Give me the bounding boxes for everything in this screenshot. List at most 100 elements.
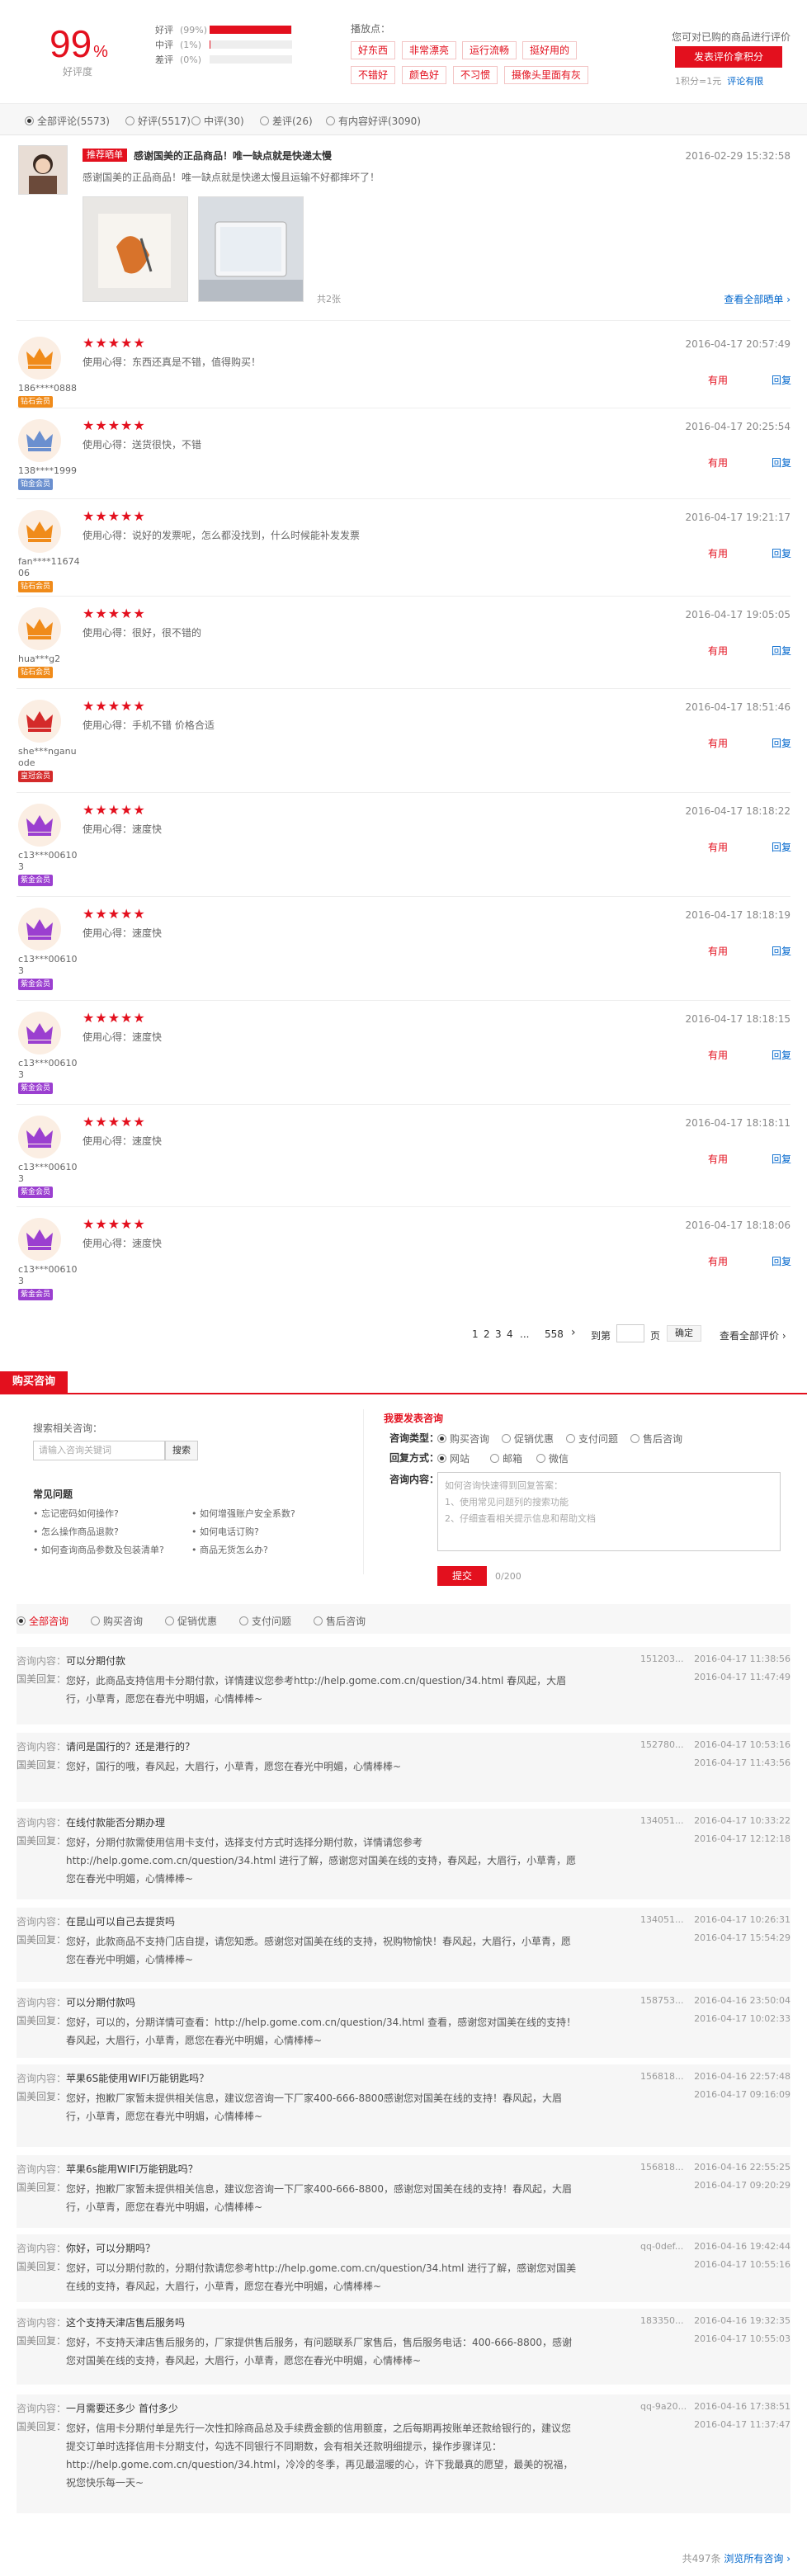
consult-user: qq-0def... <box>640 2241 684 2252</box>
rating-row-bad: 差评 (0%) <box>155 53 292 66</box>
reply-button[interactable]: 回复 <box>772 736 791 750</box>
reply-button[interactable]: 回复 <box>772 1254 791 1268</box>
tab-consult[interactable]: 购买咨询 <box>0 1371 68 1393</box>
helpful-button[interactable]: 有用 <box>708 373 728 387</box>
answer-date: 2016-04-17 09:20:29 <box>694 2180 790 2191</box>
question-label: 咨询内容： <box>17 1655 67 1667</box>
type-option[interactable]: 促销优惠 <box>502 1432 554 1446</box>
search-input[interactable]: 请输入咨询关键词 <box>33 1441 165 1460</box>
helpful-button[interactable]: 有用 <box>708 736 728 750</box>
helpful-button[interactable]: 有用 <box>708 546 728 560</box>
question-date: 2016-04-17 10:53:16 <box>694 1739 790 1750</box>
consult-filter[interactable]: 全部咨询 <box>17 1614 68 1628</box>
radio-icon <box>536 1454 545 1463</box>
type-option[interactable]: 支付问题 <box>566 1432 618 1446</box>
consult-question: 咨询内容：在昆山可以自己去提货吗 <box>17 1914 627 1928</box>
consult-filter[interactable]: 售后咨询 <box>314 1614 366 1628</box>
reply-option[interactable]: 网站 <box>437 1451 470 1465</box>
filter-content-good[interactable]: 有内容好评(3090) <box>326 114 421 128</box>
radio-icon <box>91 1616 100 1625</box>
consult-filter[interactable]: 购买咨询 <box>91 1614 143 1628</box>
review-photo[interactable] <box>83 196 188 302</box>
star-rating: ★★★★★ <box>83 418 146 433</box>
content-label: 咨询内容： <box>389 1474 440 1485</box>
confirm-page-button[interactable]: 确定 <box>667 1325 701 1342</box>
reply-button[interactable]: 回复 <box>772 840 791 854</box>
filter-good[interactable]: 好评(5517) <box>125 114 191 128</box>
page-link[interactable]: 1 <box>472 1328 479 1340</box>
question-label: 咨询内容： <box>17 1741 67 1753</box>
answer-label: 国美回复： <box>17 2335 67 2347</box>
answer-text: 您好，不支持天津店售后服务的，厂家提供售后服务，有问题联系厂家售后，售后服务电话… <box>66 2337 573 2366</box>
page-link[interactable]: 2 <box>484 1328 490 1340</box>
submit-consult-button[interactable]: 提交 <box>437 1566 487 1586</box>
option-text: 促销优惠 <box>514 1433 555 1445</box>
filter-bad[interactable]: 差评(26) <box>260 114 313 128</box>
view-all-photos-link[interactable]: 查看全部晒单 › <box>724 292 790 306</box>
answer-label: 国美回复： <box>17 1759 67 1771</box>
helpful-button[interactable]: 有用 <box>708 1254 728 1268</box>
faq-item[interactable]: • 如何增强账户安全系数? <box>191 1507 295 1520</box>
consult-item: 咨询内容：可以分期付款吗 国美回复： 您好，可以的，分期详情可查看：http://h… <box>17 1989 790 2058</box>
type-option[interactable]: 购买咨询 <box>437 1432 489 1446</box>
view-all-reviews-link[interactable]: 查看全部评价 › <box>720 1328 786 1342</box>
write-review-button[interactable]: 发表评价拿积分 <box>675 46 782 68</box>
reply-option[interactable]: 邮箱 <box>490 1451 522 1465</box>
faq-item[interactable]: • 如何电话订购? <box>191 1525 259 1538</box>
faq-item[interactable]: • 商品无货怎么办? <box>191 1543 268 1556</box>
page-link[interactable]: 3 <box>495 1328 502 1340</box>
radio-icon <box>490 1454 499 1463</box>
answer-text: 您好，此商品支持信用卡分期付款，详情建议您参考http://help.gome.… <box>66 1675 567 1705</box>
search-button[interactable]: 搜索 <box>165 1441 198 1460</box>
reply-button[interactable]: 回复 <box>772 644 791 658</box>
tag-chip[interactable]: 运行流畅 <box>462 41 517 59</box>
consult-filter[interactable]: 促销优惠 <box>165 1614 217 1628</box>
tag-chip[interactable]: 非常漂亮 <box>402 41 457 59</box>
type-option[interactable]: 售后咨询 <box>630 1432 682 1446</box>
rating-label: 中评 <box>155 40 173 50</box>
helpful-button[interactable]: 有用 <box>708 644 728 658</box>
tag-chip[interactable]: 不习惯 <box>453 66 498 84</box>
answer-label: 国美回复： <box>17 1835 67 1847</box>
answer-date: 2016-04-17 12:12:18 <box>694 1833 790 1844</box>
helpful-button[interactable]: 有用 <box>708 1048 728 1062</box>
tag-chip[interactable]: 摄像头里面有灰 <box>504 66 589 84</box>
consult-textarea[interactable]: 如何咨询快速得到回复答案： 1、使用常见问题列的搜索功能 2、仔细查看相关提示信… <box>437 1472 781 1551</box>
answer-text: 您好，可以分期付款的，分期付款请您参考http://help.gome.com.… <box>66 2262 577 2292</box>
filter-neutral[interactable]: 中评(30) <box>191 114 244 128</box>
faq-item[interactable]: • 如何查询商品参数及包装清单? <box>33 1543 164 1556</box>
tag-chip[interactable]: 颜色好 <box>402 66 447 84</box>
consult-filter[interactable]: 支付问题 <box>239 1614 291 1628</box>
rating-label: 差评 <box>155 54 173 65</box>
reply-button[interactable]: 回复 <box>772 455 791 469</box>
reply-button[interactable]: 回复 <box>772 944 791 958</box>
review-username: hua***g2 <box>18 653 61 664</box>
divider <box>17 1104 790 1105</box>
reply-button[interactable]: 回复 <box>772 1048 791 1062</box>
tag-chip[interactable]: 挺好用的 <box>522 41 578 59</box>
next-page-icon[interactable]: › <box>571 1326 576 1339</box>
points-link[interactable]: 评论有限 <box>727 76 763 87</box>
review-item: c13***00610 3 紫金会员 ★★★★★ 使用心得：速度快 2016-04-17… <box>0 1005 807 1104</box>
reply-button[interactable]: 回复 <box>772 546 791 560</box>
all-consult-link[interactable]: 浏览所有咨询 › <box>724 2553 790 2564</box>
helpful-button[interactable]: 有用 <box>708 1152 728 1166</box>
crown-icon <box>26 919 53 940</box>
filter-text: 购买咨询 <box>103 1616 144 1627</box>
review-photo[interactable] <box>198 196 304 302</box>
helpful-button[interactable]: 有用 <box>708 840 728 854</box>
filter-all[interactable]: 全部评论(5573) <box>25 114 110 128</box>
page-number-input[interactable] <box>616 1324 644 1342</box>
review-date: 2016-04-17 18:18:19 <box>685 909 790 921</box>
faq-item[interactable]: • 忘记密码如何操作? <box>33 1507 119 1520</box>
page-link[interactable]: 4 <box>507 1328 513 1340</box>
tag-chip[interactable]: 不错好 <box>351 66 396 84</box>
reply-button[interactable]: 回复 <box>772 373 791 387</box>
faq-item[interactable]: • 怎么操作商品退款? <box>33 1525 119 1538</box>
page-link[interactable]: 558 <box>545 1328 564 1340</box>
reply-button[interactable]: 回复 <box>772 1152 791 1166</box>
helpful-button[interactable]: 有用 <box>708 455 728 469</box>
tag-chip[interactable]: 好东西 <box>351 41 396 59</box>
helpful-button[interactable]: 有用 <box>708 944 728 958</box>
reply-option[interactable]: 微信 <box>536 1451 569 1465</box>
